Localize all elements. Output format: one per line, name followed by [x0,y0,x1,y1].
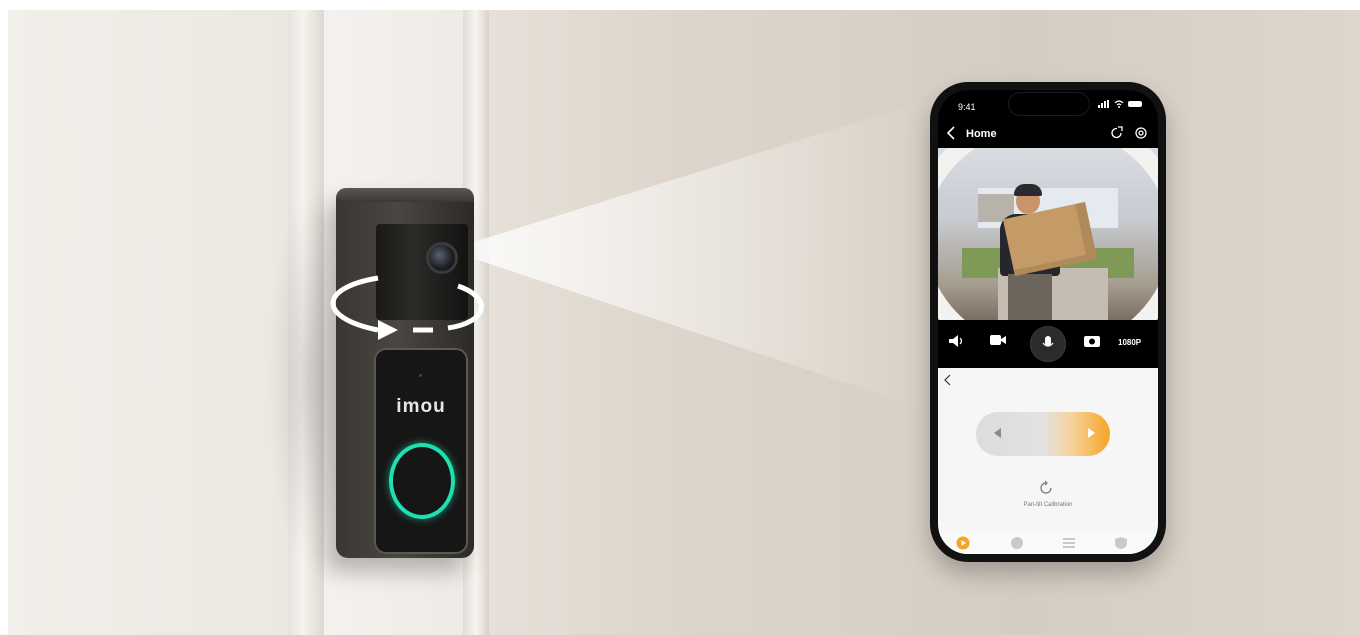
brand-logo: imou [396,396,446,417]
app-header: Home [938,122,1158,146]
pan-left-icon[interactable] [994,428,1002,438]
page-title: Home [966,128,997,140]
gear-icon[interactable] [1134,126,1148,140]
battery-icon [1128,101,1142,107]
tab-live-icon[interactable] [956,536,970,550]
doorbell-front-panel: imou [374,348,468,554]
phone-screen: 9:41 Home 1080P Pan-tilt Calibration [938,90,1158,554]
video-controls: 1080P [938,322,1158,366]
speaker-icon[interactable] [948,334,964,348]
tab-security-icon[interactable] [1114,536,1128,550]
wall-left [8,10,298,635]
share-icon[interactable] [1110,126,1124,140]
record-icon[interactable] [990,334,1006,346]
tab-list-icon[interactable] [1062,536,1076,550]
doorbell-top-cap [336,188,474,202]
pan-slider[interactable] [976,412,1110,456]
status-icons [1098,100,1144,108]
video-doorbell: imou [330,188,484,558]
panel-back-icon[interactable] [944,374,952,386]
sensor-dot [419,374,422,377]
camera-icon[interactable] [1084,334,1100,347]
doorbell-button-ring [389,443,455,519]
calibrate-icon[interactable] [1038,480,1054,496]
signal-icon [1098,100,1109,108]
ptz-panel: Pan-tilt Calibration [938,368,1158,554]
status-time: 9:41 [958,102,976,112]
wifi-icon [1114,100,1124,108]
tab-messages-icon[interactable] [1010,536,1024,550]
bottom-tab-bar [938,532,1158,554]
person-cap [1014,184,1042,196]
status-bar: 9:41 [938,90,1158,116]
resolution-toggle[interactable]: 1080P [1118,338,1141,347]
calibration-label: Pan-tilt Calibration [1023,502,1073,508]
talk-button[interactable] [1030,326,1066,362]
product-scene: imou 9:41 Home 1080P Pan-tilt Calibratio… [8,10,1360,635]
mic-icon [1042,336,1054,347]
person-legs [1008,274,1052,320]
pan-right-icon[interactable] [1088,428,1096,438]
dynamic-island [1008,92,1090,116]
back-icon[interactable] [946,126,956,140]
smartphone: 9:41 Home 1080P Pan-tilt Calibration [930,82,1166,562]
live-video-feed[interactable] [938,148,1158,320]
